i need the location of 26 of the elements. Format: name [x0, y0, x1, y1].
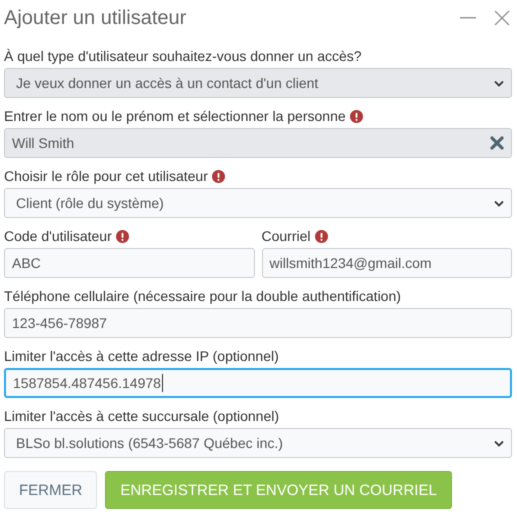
text-cursor — [162, 374, 163, 392]
input-field[interactable]: 1587854.487456.14978 — [4, 368, 512, 398]
input-field[interactable]: 123-456-78987 — [4, 308, 512, 338]
chevron-icon — [494, 440, 504, 446]
minimize-icon[interactable] — [460, 17, 476, 19]
field-label: À quel type d'utilisateur souhaitez-vous donner un accès? — [4, 48, 362, 64]
warning-icon — [116, 230, 129, 242]
field-label: Code d'utilisateur — [4, 228, 112, 244]
input-field[interactable]: willsmith1234@gmail.com — [262, 248, 512, 278]
field-label: Limiter l'accès à cette adresse IP (optionnel) — [4, 348, 279, 364]
field-label: Limiter l'accès à cette succursale (optionnel) — [4, 408, 280, 424]
chevron-icon — [494, 80, 504, 86]
chevron-icon — [494, 200, 504, 206]
field-label: Choisir le rôle pour cet utilisateur — [4, 168, 208, 184]
dialog-title: Ajouter un utilisateur — [4, 6, 188, 30]
close-dialog-button[interactable]: FERMER — [4, 471, 98, 509]
field-label: Courriel — [262, 228, 311, 244]
close-icon[interactable] — [494, 10, 510, 26]
field-label: Entrer le nom ou le prénom et sélectionner la personne — [4, 108, 346, 124]
warning-icon — [212, 170, 225, 182]
warning-icon — [350, 110, 363, 122]
select-field[interactable]: BLSo bl.solutions (6543-5687 Québec inc.) — [4, 428, 512, 458]
input-field[interactable]: ABC — [4, 248, 254, 278]
field-label: Téléphone cellulaire (nécessaire pour la double authentification) — [4, 288, 401, 304]
warning-icon — [314, 230, 328, 242]
select-field[interactable]: Client (rôle du système) — [4, 188, 512, 218]
